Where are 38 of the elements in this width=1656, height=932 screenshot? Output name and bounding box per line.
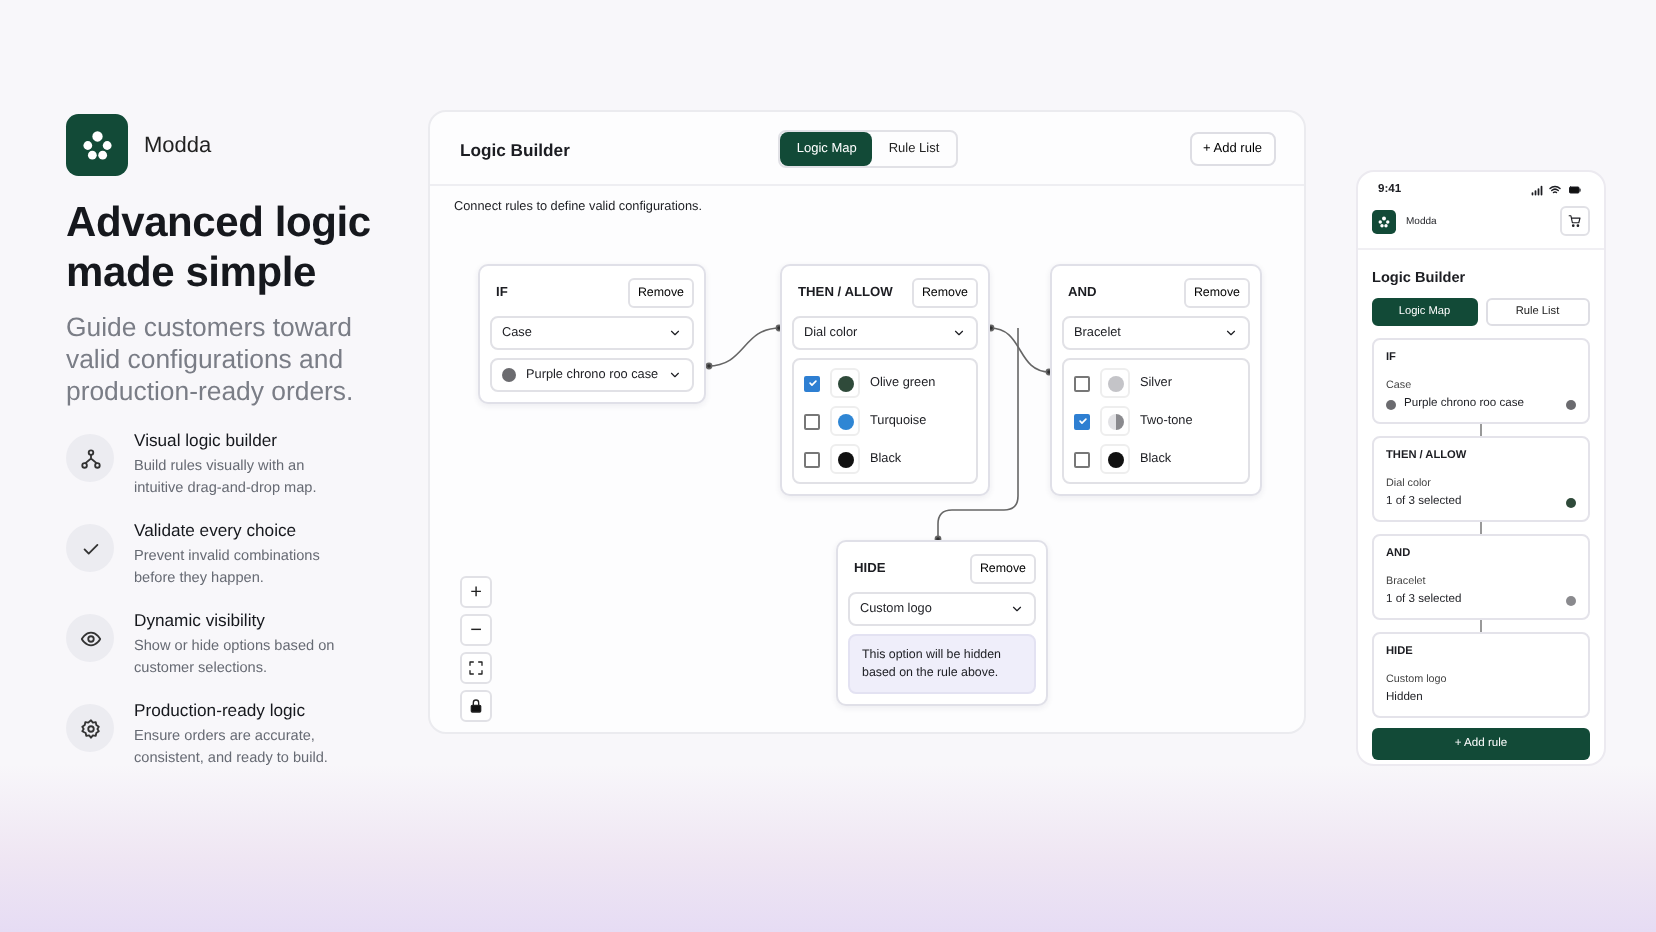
battery-icon — [1566, 184, 1584, 196]
feature-title: Visual logic builder — [134, 430, 279, 450]
panel-title: Logic Builder — [460, 139, 572, 159]
checkbox[interactable] — [804, 451, 820, 467]
headline: Advanced logic made simple — [66, 198, 373, 298]
eye-icon — [79, 627, 101, 649]
logo-icon — [1372, 209, 1396, 233]
chevron-down-icon — [668, 368, 682, 382]
fit-view-icon — [468, 660, 484, 676]
cart-button[interactable] — [1560, 206, 1590, 236]
checkbox[interactable] — [1074, 413, 1090, 429]
checkbox[interactable] — [1074, 375, 1090, 391]
chevron-down-icon — [1010, 602, 1024, 616]
feature-title: Dynamic visibility — [134, 610, 267, 630]
checkbox[interactable] — [804, 375, 820, 391]
subtitle: Guide customers toward valid configurations and production-ready orders. — [66, 312, 356, 408]
feature-title: Production-ready logic — [134, 700, 308, 720]
checkbox[interactable] — [1074, 451, 1090, 467]
feature-title: Validate every choice — [134, 520, 299, 540]
gear-icon — [79, 717, 101, 739]
zoom-button[interactable]: + — [460, 576, 492, 608]
chevron-down-icon — [1224, 326, 1238, 340]
checkbox[interactable] — [804, 413, 820, 429]
cart-icon — [1568, 214, 1582, 228]
check-icon — [807, 378, 817, 388]
wifi-icon — [1548, 184, 1562, 196]
lock-button[interactable] — [460, 690, 492, 722]
flow-icon — [79, 447, 101, 469]
connector-line — [705, 324, 783, 370]
zoom-button[interactable]: − — [460, 614, 492, 646]
check-icon — [1077, 416, 1087, 426]
chevron-down-icon — [952, 326, 966, 340]
signal-icon — [1530, 184, 1544, 196]
brand-name: Modda — [144, 133, 212, 157]
chevron-down-icon — [668, 326, 682, 340]
logo-icon — [66, 114, 128, 176]
lock-icon — [468, 698, 484, 714]
fit-view-button[interactable] — [460, 652, 492, 684]
